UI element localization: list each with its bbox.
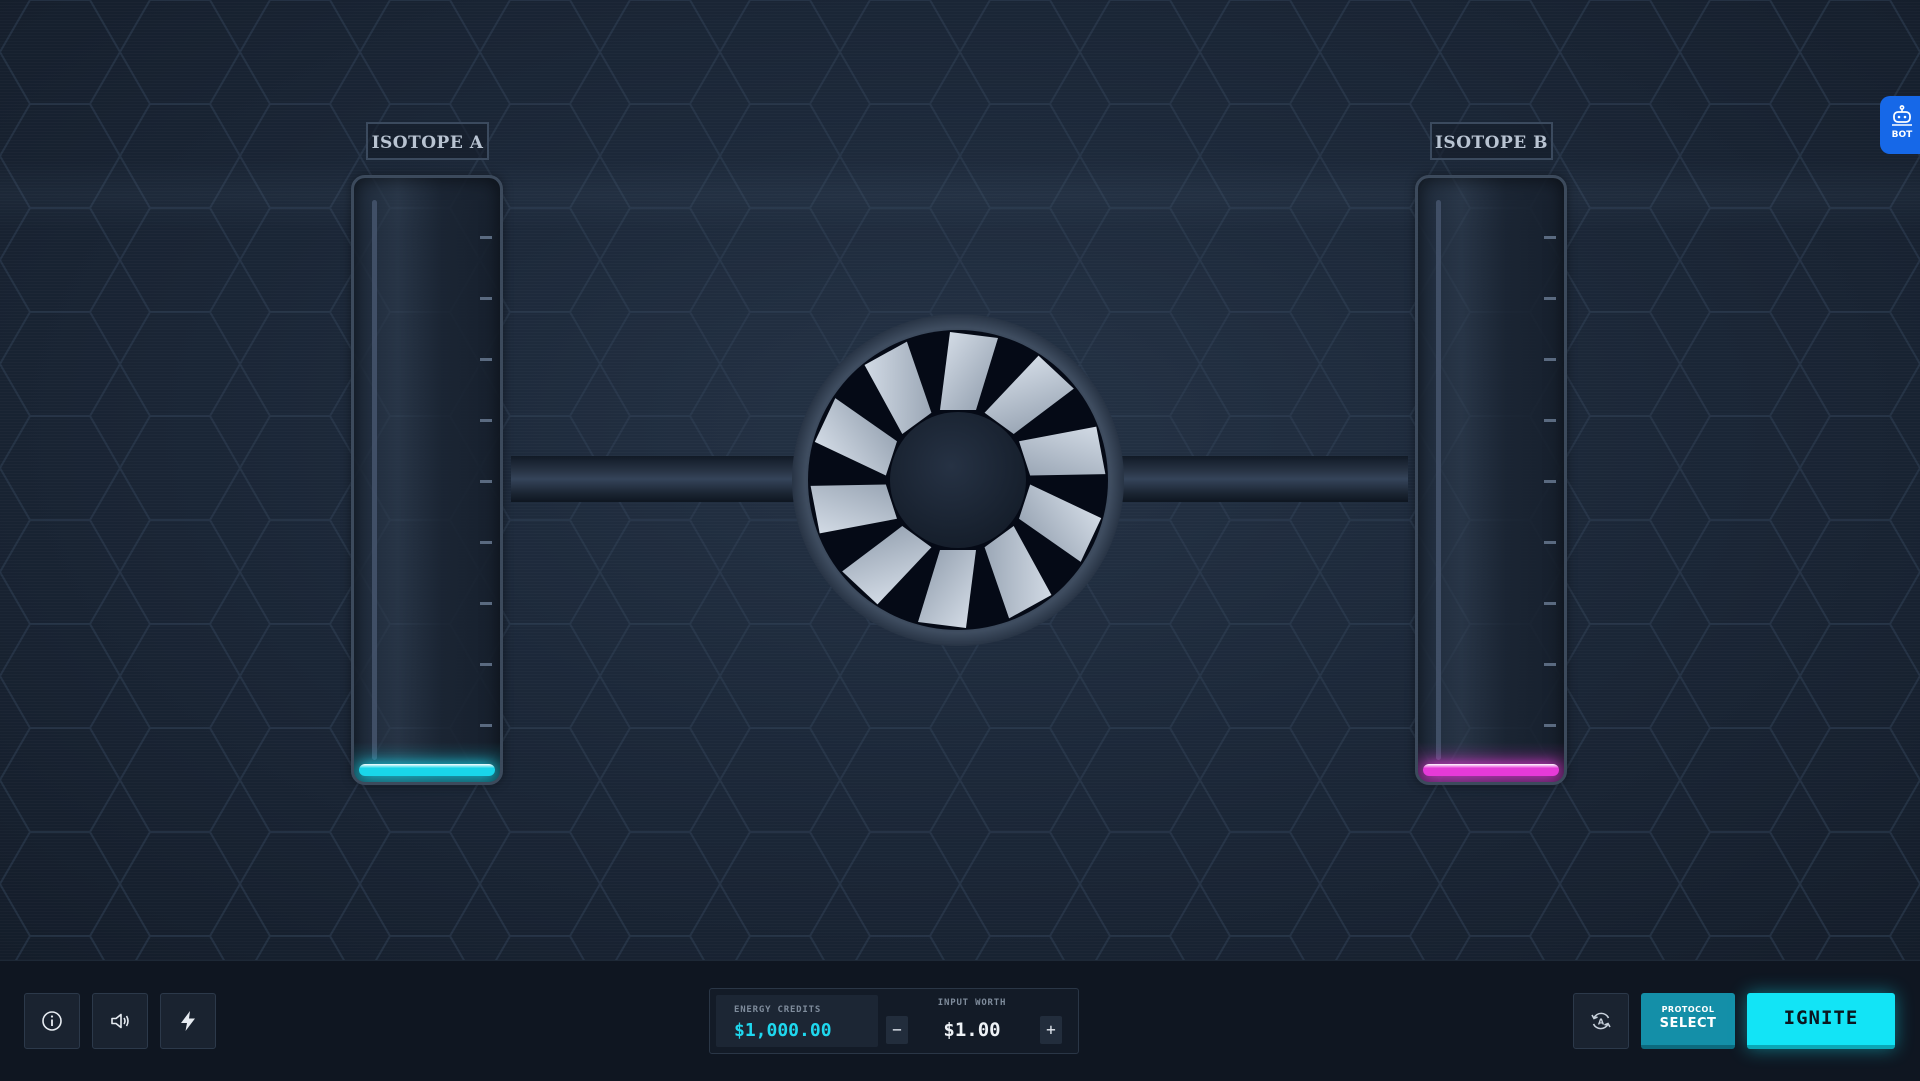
isotope-b-glow (1418, 742, 1564, 782)
reactor-hub (890, 412, 1026, 548)
isotope-a-fill (359, 764, 495, 776)
svg-text:A: A (1598, 1018, 1605, 1027)
tube-rail (372, 200, 377, 760)
tube-tick (1544, 297, 1556, 300)
bot-label: BOT (1891, 130, 1913, 140)
tube-tick (1544, 541, 1556, 544)
input-worth-value: $1.00 (943, 1019, 1001, 1041)
bet-panel: ENERGY CREDITS $1,000.00 INPUT WORTH − $… (709, 988, 1079, 1054)
info-icon (42, 1011, 62, 1031)
bottom-control-bar: ENERGY CREDITS $1,000.00 INPUT WORTH − $… (0, 960, 1920, 1081)
turbo-button[interactable] (160, 993, 216, 1049)
tube-tick (1544, 724, 1556, 727)
speaker-icon (111, 1013, 129, 1029)
tube-tick (1544, 602, 1556, 605)
energy-credits-label: ENERGY CREDITS (734, 1005, 822, 1015)
tube-tick (480, 724, 492, 727)
energy-credits-box: ENERGY CREDITS $1,000.00 (716, 995, 878, 1047)
tube-tick (1544, 480, 1556, 483)
protocol-select-button[interactable]: PROTOCOL SELECT (1641, 993, 1735, 1049)
game-stage: ISOTOPE A ISOTOPE B (0, 0, 1920, 960)
tube-tick (480, 236, 492, 239)
tube-tick (480, 541, 492, 544)
tube-tick (1544, 419, 1556, 422)
increment-button[interactable]: + (1040, 1016, 1062, 1044)
decrement-button[interactable]: − (886, 1016, 908, 1044)
tube-tick (480, 419, 492, 422)
protocol-label: PROTOCOL (1661, 1005, 1715, 1014)
energy-credits-value: $1,000.00 (734, 1020, 832, 1041)
autoplay-button[interactable]: A (1573, 993, 1629, 1049)
tube-tick (1544, 236, 1556, 239)
tube-tick (1544, 663, 1556, 666)
isotope-a-glow (354, 742, 500, 782)
protocol-select-label: SELECT (1659, 1016, 1717, 1031)
reactor-core (792, 314, 1124, 646)
tube-tick (480, 663, 492, 666)
right-pipe (1115, 456, 1408, 502)
info-button[interactable] (24, 993, 80, 1049)
tube-tick (480, 297, 492, 300)
auto-rotate-icon: A (1591, 1012, 1611, 1030)
isotope-b-tube (1415, 175, 1567, 785)
isotope-a-label: ISOTOPE A (366, 122, 489, 160)
left-pipe (511, 456, 801, 502)
tube-tick (480, 480, 492, 483)
tube-tick (480, 602, 492, 605)
bot-tab[interactable]: BOT (1880, 96, 1920, 154)
isotope-a-tube (351, 175, 503, 785)
sound-button[interactable] (92, 993, 148, 1049)
lightning-icon (181, 1011, 195, 1031)
isotope-b-label: ISOTOPE B (1430, 122, 1553, 160)
tube-tick (480, 358, 492, 361)
tube-rail (1436, 200, 1441, 760)
robot-icon (1892, 105, 1912, 126)
tube-tick (1544, 358, 1556, 361)
ignite-button[interactable]: IGNITE (1747, 993, 1895, 1049)
isotope-b-fill (1423, 764, 1559, 776)
input-worth-label: INPUT WORTH (937, 998, 1007, 1008)
